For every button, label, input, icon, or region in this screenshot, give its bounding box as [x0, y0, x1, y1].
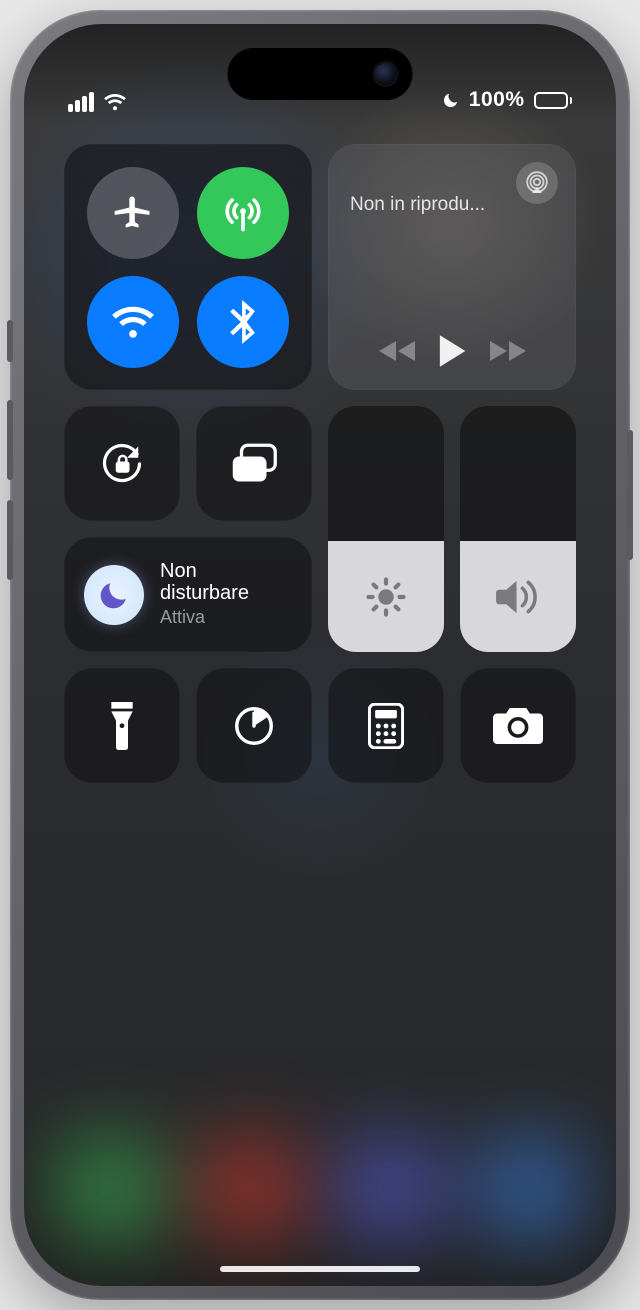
- focus-title-line2: disturbare: [160, 582, 249, 604]
- volume-icon: [496, 578, 540, 616]
- cellular-signal-icon: [68, 92, 94, 112]
- orientation-lock-icon: [97, 439, 147, 489]
- flashlight-icon: [108, 702, 136, 750]
- battery-icon: [534, 92, 573, 109]
- camera-icon: [493, 705, 543, 747]
- bluetooth-icon: [229, 300, 257, 344]
- battery-percentage: 100%: [469, 88, 525, 112]
- rewind-button[interactable]: [378, 338, 416, 364]
- focus-title-line1: Non: [160, 560, 197, 582]
- wifi-icon: [103, 93, 127, 111]
- camera-button[interactable]: [460, 668, 576, 783]
- screen-mirroring-button[interactable]: [196, 406, 312, 521]
- moon-icon: [97, 578, 131, 612]
- timer-icon: [231, 703, 277, 749]
- focus-state: Attiva: [160, 607, 249, 628]
- timer-button[interactable]: [196, 668, 312, 783]
- airplay-icon: [525, 171, 549, 195]
- antenna-icon: [221, 191, 265, 235]
- airplay-button[interactable]: [516, 162, 558, 204]
- bluetooth-toggle[interactable]: [197, 276, 289, 368]
- wifi-icon: [110, 304, 156, 340]
- cellular-data-toggle[interactable]: [197, 167, 289, 259]
- calculator-button[interactable]: [328, 668, 444, 783]
- forward-button[interactable]: [489, 338, 527, 364]
- phone-frame: 100%: [10, 10, 630, 1300]
- home-indicator[interactable]: [220, 1266, 420, 1272]
- flashlight-button[interactable]: [64, 668, 180, 783]
- orientation-lock-toggle[interactable]: [64, 406, 180, 521]
- play-button[interactable]: [437, 334, 467, 368]
- calculator-icon: [368, 703, 404, 749]
- dynamic-island: [228, 48, 413, 100]
- brightness-slider[interactable]: [328, 406, 444, 652]
- control-center: Non in riprodu...: [64, 144, 576, 783]
- do-not-disturb-status-icon: [442, 91, 460, 109]
- airplane-icon: [111, 191, 155, 235]
- focus-tile[interactable]: Non disturbare Attiva: [64, 537, 312, 652]
- volume-slider[interactable]: [460, 406, 576, 652]
- wifi-toggle[interactable]: [87, 276, 179, 368]
- screen: 100%: [24, 24, 616, 1286]
- now-playing-tile[interactable]: Non in riprodu...: [328, 144, 576, 390]
- brightness-icon: [365, 576, 407, 618]
- screen-mirroring-icon: [229, 442, 279, 486]
- connectivity-group[interactable]: [64, 144, 312, 390]
- airplane-mode-toggle[interactable]: [87, 167, 179, 259]
